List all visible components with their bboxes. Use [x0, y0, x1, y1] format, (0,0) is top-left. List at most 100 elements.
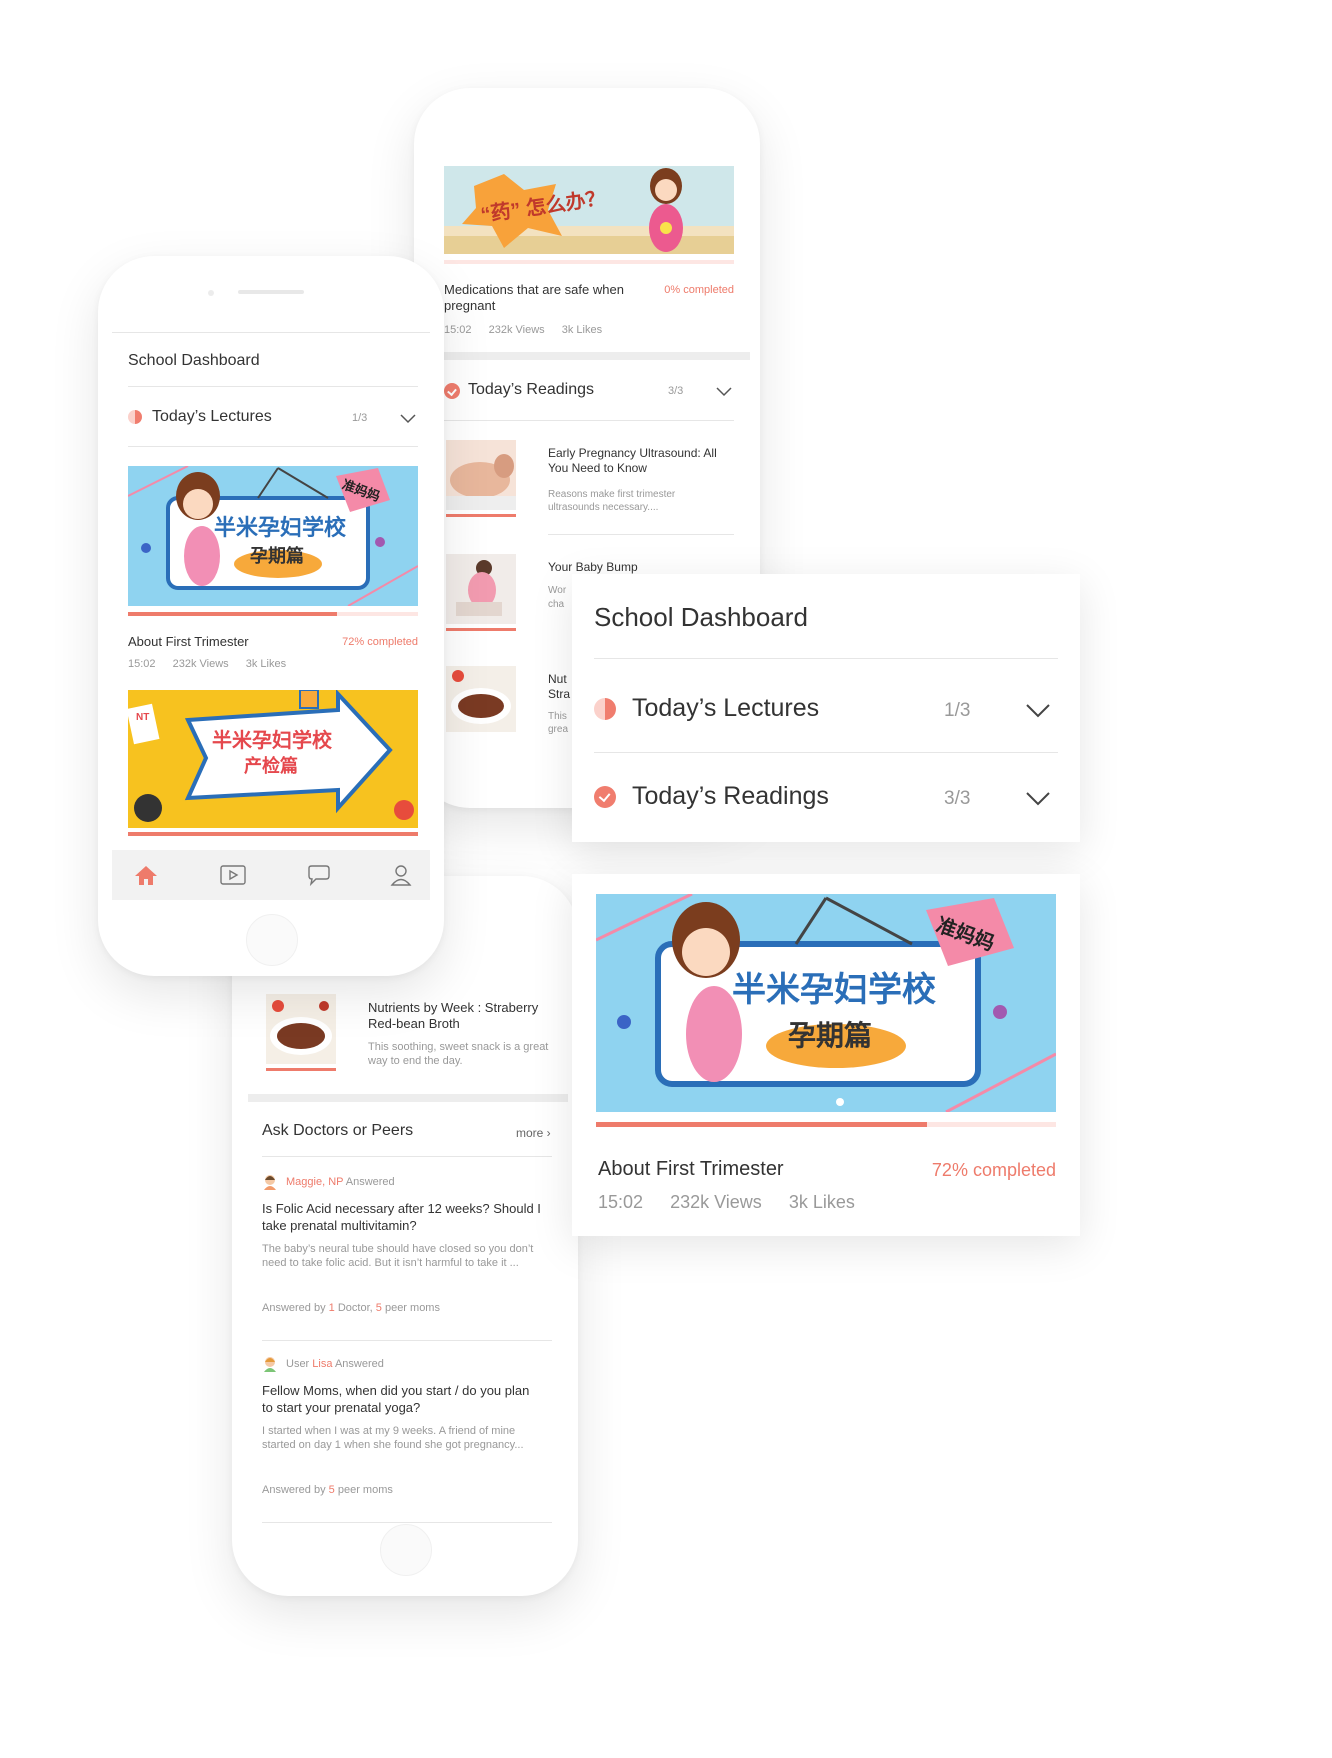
speaker [238, 290, 304, 294]
banner-subtitle: 孕期篇 [788, 1020, 873, 1051]
doctor-count: 1 [328, 1302, 335, 1314]
banner-title: 半米孕妇学校 [732, 971, 936, 1009]
answered-by-label: Answered by [262, 1302, 326, 1314]
lecture-meta: 15:02 232k Views 3k Likes [444, 324, 602, 336]
question-text[interactable]: Is Folic Acid necessary after 12 weeks? … [262, 1200, 542, 1234]
lecture-banner-prenatal-checkup[interactable]: 半米孕妇学校 产检篇 NT [128, 690, 418, 828]
lectures-header[interactable]: Today’s Lectures 1/3 [594, 662, 1058, 750]
more-link[interactable]: more › [516, 1126, 551, 1140]
check-icon [594, 786, 616, 808]
user-avatar-icon [264, 1357, 276, 1372]
lecture-title: About First Trimester [128, 634, 249, 649]
banner-title: 半米孕妇学校 [212, 730, 332, 752]
lecture-duration: 15:02 [598, 1192, 644, 1212]
peer-label: peer moms [337, 1484, 393, 1496]
lecture-banner-first-trimester[interactable]: 半米孕妇学校 孕期篇 准妈妈 [596, 894, 1056, 1112]
progress-pie-icon [594, 698, 616, 720]
banner-title: 半米孕妇学校 [214, 515, 347, 540]
divider [112, 332, 430, 333]
profile-icon[interactable] [390, 864, 412, 886]
article-progress-bar [446, 628, 516, 631]
progress-pie-icon [128, 410, 142, 424]
question-item[interactable]: Maggie, NP Answered Is Folic Acid necess… [262, 1172, 552, 1336]
peer-count: 5 [328, 1484, 335, 1496]
lecture-progress-fill [128, 612, 337, 616]
divider [444, 420, 734, 421]
banner-subtitle: 产检篇 [244, 756, 298, 776]
home-button[interactable] [380, 1524, 432, 1576]
ask-title: Ask Doctors or Peers [262, 1122, 414, 1139]
lectures-label: Today’s Lectures [632, 694, 820, 722]
lecture-progress-label: 72% completed [931, 1160, 1056, 1180]
article-thumb-broth[interactable] [446, 666, 516, 732]
answer-stats: Answered by 1 Doctor, 5 peer moms [262, 1302, 440, 1314]
lecture-title: Medications that are safe when pregnant [444, 282, 624, 313]
answer-preview: I started when I was at my 9 weeks. A fr… [262, 1425, 524, 1451]
readings-label: Today’s Readings [468, 381, 595, 398]
readings-label: Today’s Readings [632, 782, 829, 810]
readings-count: 3/3 [944, 788, 971, 809]
lecture-progress-label: 72% completed [342, 636, 418, 648]
lecture-views: 232k Views [670, 1192, 762, 1212]
chat-icon[interactable] [306, 864, 332, 886]
lectures-count: 1/3 [944, 700, 971, 721]
divider [262, 1340, 552, 1341]
article-thumb-baby-bump[interactable] [446, 554, 516, 624]
chevron-down-icon[interactable] [1026, 792, 1050, 806]
lectures-header[interactable]: Today’s Lectures 1/3 [128, 392, 418, 442]
page-title: School Dashboard [128, 352, 260, 369]
zoom-panel-dashboard: School Dashboard Today’s Lectures 1/3 To… [572, 574, 1080, 842]
question-item[interactable]: User Lisa Answered Fellow Moms, when did… [262, 1354, 552, 1514]
readings-count: 3/3 [668, 385, 684, 397]
readings-header[interactable]: Today’s Readings 3/3 [444, 368, 734, 414]
chevron-down-icon[interactable] [400, 414, 416, 424]
lecture-views: 232k Views [172, 658, 229, 670]
lecture-progress-bar [444, 260, 734, 264]
page-title: School Dashboard [594, 602, 808, 632]
ultrasound-photo [446, 440, 516, 510]
answerer: User Lisa Answered [286, 1358, 384, 1370]
tab-bar [112, 850, 430, 900]
article-thumb-ultrasound[interactable] [446, 440, 516, 510]
section-separator [444, 352, 750, 360]
zoom-panel-lecture: 半米孕妇学校 孕期篇 准妈妈 About First Trimester 72%… [572, 874, 1080, 1236]
user-prefix: User [286, 1358, 310, 1370]
article-title: Nutrients by Week : Straberry Red-bean B… [368, 1000, 539, 1031]
article-progress-bar [446, 514, 516, 517]
home-button[interactable] [246, 914, 298, 966]
answer-preview: The baby’s neural tube should have close… [262, 1243, 534, 1269]
article-title: Early Pregnancy Ultrasound: All You Need… [548, 446, 717, 475]
question-text[interactable]: Fellow Moms, when did you start / do you… [262, 1382, 542, 1416]
answerer-name[interactable]: Lisa [312, 1358, 332, 1370]
divider [128, 446, 418, 447]
lecture-views: 232k Views [488, 324, 545, 336]
home-icon[interactable] [134, 864, 158, 886]
lecture-banner-medications[interactable]: “药” 怎么办？ [444, 166, 734, 254]
article-desc: This soothing, sweet snack is a great wa… [368, 1041, 549, 1067]
lectures-count: 1/3 [352, 412, 368, 424]
front-camera [208, 290, 214, 296]
answerer-name[interactable]: Maggie, NP [286, 1176, 343, 1188]
answered-label: Answered [334, 1358, 384, 1370]
lecture-meta: 15:02 232k Views 3k Likes [128, 658, 286, 670]
phone-left: School Dashboard Today’s Lectures 1/3 半米… [98, 256, 444, 976]
banner-subtitle: 孕期篇 [250, 546, 304, 566]
article-thumb-broth[interactable] [266, 994, 336, 1064]
divider [548, 534, 734, 535]
readings-header[interactable]: Today’s Readings 3/3 [594, 754, 1058, 842]
lecture-likes: 3k Likes [788, 1192, 855, 1212]
chevron-down-icon[interactable] [716, 387, 732, 397]
chevron-down-icon[interactable] [1026, 704, 1050, 718]
divider [594, 658, 1058, 659]
lecture-banner-first-trimester[interactable]: 半米孕妇学校 孕期篇 准妈妈 [128, 466, 418, 606]
lecture-progress-label: 0% completed [664, 284, 734, 296]
baby-bump-photo [446, 554, 516, 624]
peer-label: peer moms [384, 1302, 440, 1314]
lecture-likes: 3k Likes [561, 324, 603, 336]
article-title: Your Baby Bump [548, 560, 638, 574]
divider [262, 1522, 552, 1523]
broth-photo [266, 994, 336, 1064]
video-icon[interactable] [220, 864, 246, 886]
divider [594, 752, 1058, 753]
divider [262, 1156, 552, 1157]
